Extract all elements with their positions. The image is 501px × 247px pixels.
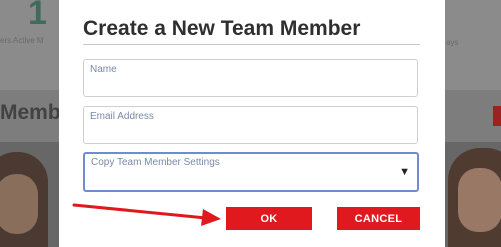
name-field-label: Name <box>90 64 117 75</box>
background-member-photo <box>0 152 48 247</box>
background-action-button <box>493 106 501 126</box>
name-field[interactable]: Name <box>83 59 418 97</box>
cancel-button[interactable]: CANCEL <box>337 207 420 230</box>
background-member-photo <box>448 148 501 247</box>
copy-settings-label: Copy Team Member Settings <box>91 157 220 168</box>
create-team-member-dialog: Create a New Team Member Name Email Addr… <box>59 0 445 247</box>
email-address-field[interactable]: Email Address <box>83 106 418 144</box>
background-stat-label-right: ays <box>446 38 459 47</box>
dialog-title: Create a New Team Member <box>83 17 361 40</box>
title-divider <box>83 44 420 45</box>
background-stat-number: 1 <box>28 0 47 32</box>
ok-button[interactable]: OK <box>226 207 312 230</box>
background-stat-label: ers Active M <box>0 36 44 45</box>
copy-team-member-settings-select[interactable]: Copy Team Member Settings ▼ <box>83 152 419 192</box>
dropdown-caret-icon: ▼ <box>399 166 410 178</box>
email-field-label: Email Address <box>90 111 154 122</box>
